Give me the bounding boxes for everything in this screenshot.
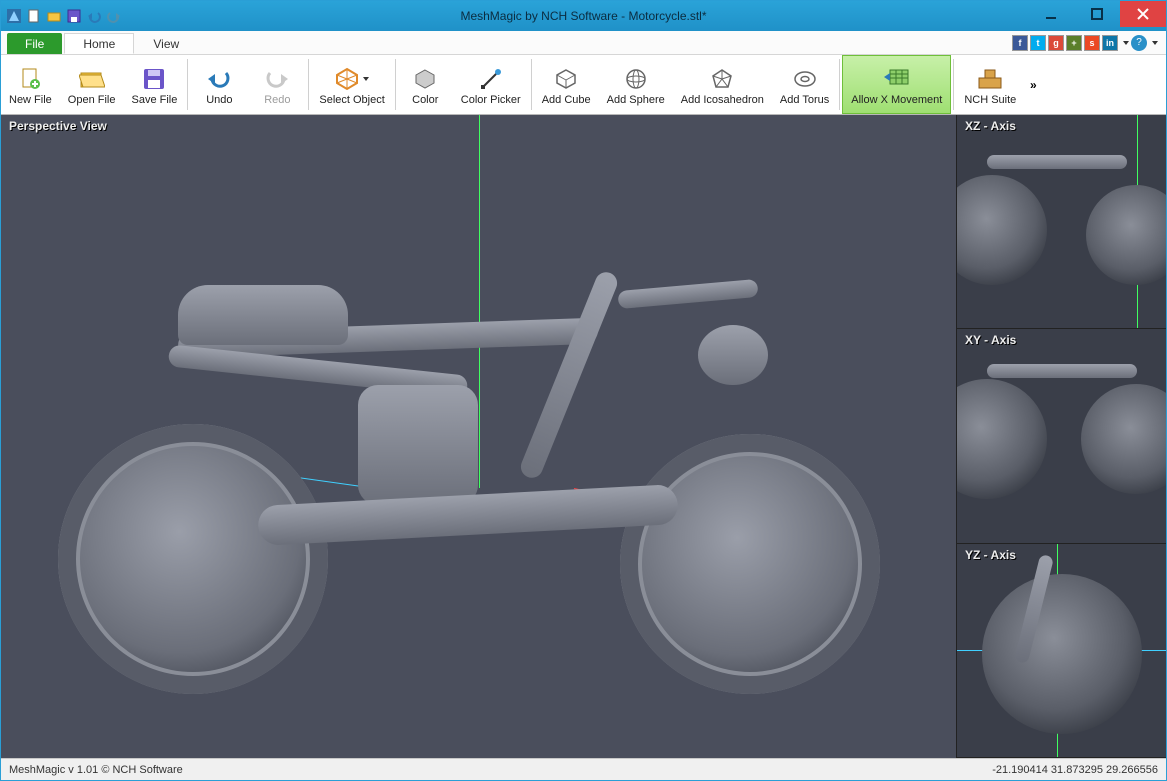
xy-view-label: XY - Axis [965,333,1016,347]
redo-label: Redo [264,94,290,106]
status-coordinates: -21.190414 31.873295 29.266556 [992,764,1158,776]
sphere-icon [625,66,647,92]
save-file-icon[interactable] [65,7,83,25]
new-file-label: New File [9,94,52,106]
window-controls [1028,1,1166,31]
workspace: Perspective View XZ - Axis XY - Ax [1,115,1166,758]
torus-icon [793,66,817,92]
add-cube-button[interactable]: Add Cube [534,55,599,114]
save-file-button[interactable]: Save File [124,55,186,114]
xz-view-label: XZ - Axis [965,119,1016,133]
help-dropdown-icon[interactable] [1152,41,1158,45]
perspective-viewport[interactable]: Perspective View [1,115,956,758]
quick-access-toolbar [1,7,127,25]
add-torus-button[interactable]: Add Torus [772,55,837,114]
color-picker-label: Color Picker [461,94,521,106]
model-3d-view [58,295,879,694]
add-icosahedron-button[interactable]: Add Icosahedron [673,55,772,114]
menu-bar: File Home View f t g + s in ? [1,31,1166,55]
add-torus-label: Add Torus [780,94,829,106]
open-file-button[interactable]: Open File [60,55,124,114]
xy-viewport[interactable]: XY - Axis [956,329,1166,543]
redo-button[interactable]: Redo [248,55,306,114]
app-icon[interactable] [5,7,23,25]
new-file-button[interactable]: New File [1,55,60,114]
redo-icon [264,66,290,92]
tab-view[interactable]: View [134,33,198,54]
undo-label: Undo [206,94,232,106]
facebook-icon[interactable]: f [1012,35,1028,51]
social-dropdown-icon[interactable] [1123,41,1129,45]
ribbon-toolbar: New File Open File Save File Undo Redo S… [1,55,1166,115]
nch-suite-button[interactable]: NCH Suite [956,55,1024,114]
allow-x-movement-button[interactable]: Allow X Movement [842,55,951,114]
maximize-button[interactable] [1074,1,1120,27]
color-picker-icon [479,66,503,92]
help-icon[interactable]: ? [1131,35,1147,51]
new-file-icon[interactable] [25,7,43,25]
save-icon [142,66,166,92]
social-bar: f t g + s in ? [1012,31,1166,54]
side-viewports: XZ - Axis XY - Axis YZ - Axis [956,115,1166,758]
undo-button[interactable]: Undo [190,55,248,114]
grid-move-icon [884,66,910,92]
tab-home[interactable]: Home [64,33,134,54]
save-file-label: Save File [132,94,178,106]
ribbon-overflow-button[interactable]: » [1024,55,1042,114]
minimize-button[interactable] [1028,1,1074,27]
add-icosahedron-label: Add Icosahedron [681,94,764,106]
yz-viewport[interactable]: YZ - Axis [956,544,1166,758]
twitter-icon[interactable]: t [1030,35,1046,51]
nch-suite-label: NCH Suite [964,94,1016,106]
add-sphere-button[interactable]: Add Sphere [599,55,673,114]
undo-icon[interactable] [85,7,103,25]
undo-icon [206,66,232,92]
linkedin-icon[interactable]: in [1102,35,1118,51]
yz-view-label: YZ - Axis [965,548,1016,562]
color-label: Color [412,94,438,106]
icosahedron-icon [711,66,733,92]
select-object-icon [335,66,369,92]
window-title: MeshMagic by NCH Software - Motorcycle.s… [1,9,1166,23]
select-object-label: Select Object [319,94,384,106]
xz-viewport[interactable]: XZ - Axis [956,115,1166,329]
nch-suite-icon [977,66,1003,92]
close-button[interactable] [1120,1,1166,27]
status-version: MeshMagic v 1.01 © NCH Software [9,764,183,776]
allow-x-movement-label: Allow X Movement [851,94,942,106]
color-picker-button[interactable]: Color Picker [453,55,529,114]
add-cube-label: Add Cube [542,94,591,106]
perspective-view-label: Perspective View [9,119,107,133]
redo-icon[interactable] [105,7,123,25]
status-bar: MeshMagic v 1.01 © NCH Software -21.1904… [1,758,1166,780]
select-object-button[interactable]: Select Object [311,55,392,114]
new-file-icon [18,66,42,92]
title-bar: MeshMagic by NCH Software - Motorcycle.s… [1,1,1166,31]
open-file-icon[interactable] [45,7,63,25]
share-icon[interactable]: + [1066,35,1082,51]
open-folder-icon [79,66,105,92]
add-sphere-label: Add Sphere [607,94,665,106]
stumbleupon-icon[interactable]: s [1084,35,1100,51]
cube-icon [555,66,577,92]
open-file-label: Open File [68,94,116,106]
color-icon [414,66,436,92]
color-button[interactable]: Color [398,55,453,114]
file-menu[interactable]: File [7,33,62,54]
google-plus-icon[interactable]: g [1048,35,1064,51]
